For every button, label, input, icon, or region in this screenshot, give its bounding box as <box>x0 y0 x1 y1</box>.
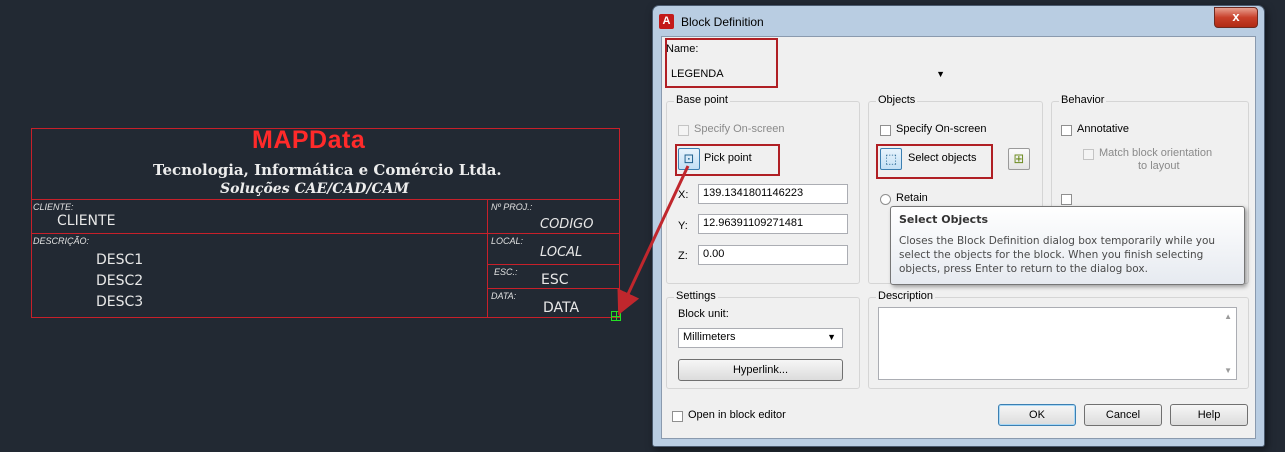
scroll-down-icon[interactable]: ▼ <box>1224 366 1232 375</box>
select-objects-tooltip: Select Objects Closes the Block Definiti… <box>890 206 1245 285</box>
local-value: LOCAL <box>540 245 583 260</box>
ok-button[interactable]: OK <box>998 404 1076 426</box>
tooltip-line: objects, press Enter to return to the di… <box>899 263 1148 275</box>
scale-value: ESC <box>541 272 569 288</box>
settings-title: Settings <box>674 290 718 302</box>
title-block-divider <box>487 199 488 318</box>
objects-specify-checkbox[interactable] <box>880 125 891 136</box>
cancel-button[interactable]: Cancel <box>1084 404 1162 426</box>
quick-select-icon[interactable]: ⊞ <box>1008 148 1030 170</box>
match-orientation-label-line2: to layout <box>1138 160 1180 172</box>
z-coordinate-field[interactable]: 0.00 <box>698 245 848 265</box>
retain-label: Retain <box>896 192 928 204</box>
scale-uniformly-checkbox[interactable] <box>1061 194 1072 205</box>
close-button[interactable]: x <box>1214 7 1258 28</box>
tooltip-line: select the objects for the block. When y… <box>899 249 1204 261</box>
z-label: Z: <box>678 250 688 262</box>
annotative-checkbox[interactable] <box>1061 125 1072 136</box>
project-label: Nº PROJ.: <box>491 202 533 212</box>
tooltip-title: Select Objects <box>899 213 989 226</box>
autocad-logo-icon: A <box>659 14 674 29</box>
chevron-down-icon[interactable]: ▼ <box>936 69 945 79</box>
company-name: MAPData <box>252 126 366 154</box>
dialog-title: Block Definition <box>681 15 764 29</box>
open-in-editor-checkbox[interactable] <box>672 411 683 422</box>
block-unit-value: Millimeters <box>683 331 736 343</box>
dialog-titlebar[interactable]: A Block Definition x <box>653 6 1264 36</box>
client-label: CLIENTE: <box>33 202 74 212</box>
scale-label: ESC.: <box>494 267 518 277</box>
x-coordinate-field[interactable]: 139.1341801146223 <box>698 184 848 204</box>
title-block-frame <box>31 128 620 318</box>
description-title: Description <box>876 290 936 302</box>
hyperlink-button[interactable]: Hyperlink... <box>678 359 843 381</box>
description-label: DESCRIÇÃO: <box>33 236 90 246</box>
behavior-title: Behavior <box>1059 94 1107 106</box>
x-label: X: <box>678 189 689 201</box>
tooltip-line: Closes the Block Definition dialog box t… <box>899 235 1216 247</box>
local-label: LOCAL: <box>491 236 524 246</box>
block-definition-dialog: A Block Definition x Name: LEGENDA ▼ Bas… <box>652 5 1265 447</box>
block-unit-label: Block unit: <box>678 308 729 320</box>
y-label: Y: <box>678 220 688 232</box>
match-orientation-checkbox[interactable] <box>1083 149 1094 160</box>
company-tagline: Soluções CAE/CAD/CAM <box>220 181 410 197</box>
title-block-divider <box>487 264 620 265</box>
name-highlight <box>665 38 778 88</box>
title-block-divider <box>487 288 620 289</box>
date-label: DATA: <box>491 291 517 301</box>
retain-radio[interactable] <box>880 194 891 205</box>
base-specify-label: Specify On-screen <box>694 123 785 135</box>
y-coordinate-field[interactable]: 12.96391109271481 <box>698 214 848 234</box>
date-value: DATA <box>543 300 580 316</box>
select-objects-highlight <box>876 144 993 179</box>
description-field[interactable]: ▲ ▼ <box>878 307 1237 380</box>
block-unit-select[interactable]: Millimeters ▼ <box>678 328 843 348</box>
open-in-editor-label: Open in block editor <box>688 409 786 421</box>
help-button[interactable]: Help <box>1170 404 1248 426</box>
description-line: DESC1 <box>96 252 144 268</box>
title-block-divider <box>31 233 620 234</box>
title-block-divider <box>31 199 620 200</box>
description-line: DESC2 <box>96 273 144 289</box>
base-specify-checkbox[interactable] <box>678 125 689 136</box>
match-orientation-label: Match block orientation <box>1099 147 1213 159</box>
objects-title: Objects <box>876 94 918 106</box>
insertion-grip-icon[interactable] <box>611 311 621 321</box>
project-value: CODIGO <box>540 217 594 232</box>
company-subtitle: Tecnologia, Informática e Comércio Ltda. <box>153 161 502 179</box>
client-value: CLIENTE <box>57 213 116 229</box>
pick-point-highlight <box>675 144 780 176</box>
dialog-body: Name: LEGENDA ▼ Base point Specify On-sc… <box>661 36 1256 439</box>
objects-specify-label: Specify On-screen <box>896 123 987 135</box>
base-point-title: Base point <box>674 94 730 106</box>
scroll-up-icon[interactable]: ▲ <box>1224 312 1232 321</box>
annotative-label: Annotative <box>1077 123 1129 135</box>
description-line: DESC3 <box>96 294 144 310</box>
chevron-down-icon[interactable]: ▼ <box>827 332 836 342</box>
